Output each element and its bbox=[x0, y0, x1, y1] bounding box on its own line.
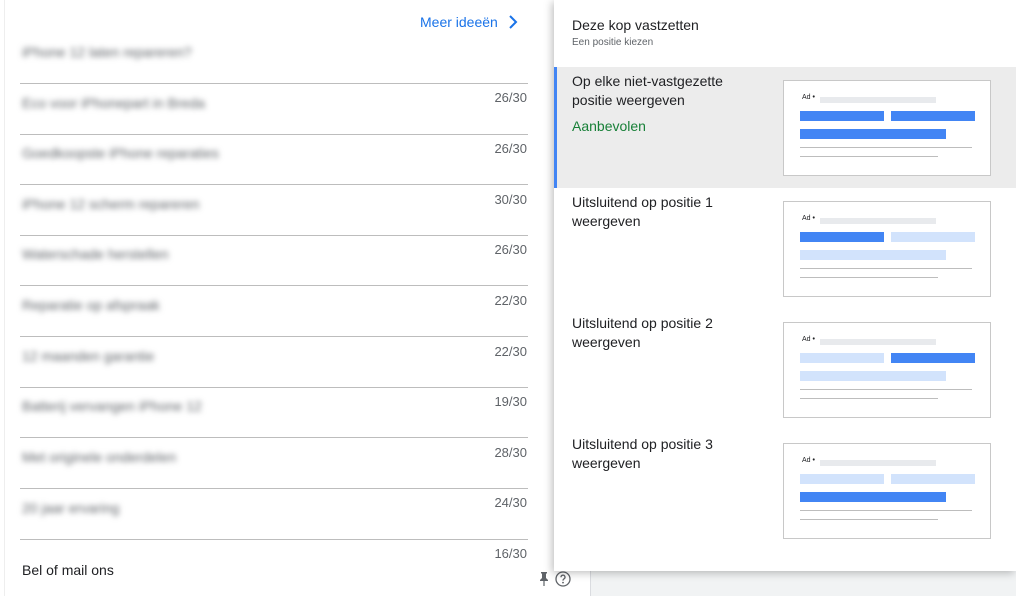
recommended-badge: Aanbevolen bbox=[572, 118, 646, 134]
preview-headline-1 bbox=[800, 232, 884, 242]
preview-url-bar bbox=[820, 339, 936, 345]
preview-description-line bbox=[800, 519, 938, 520]
preview-headline-3 bbox=[800, 129, 946, 139]
headline-row[interactable]: Eco voor iPhonepart in Breda bbox=[20, 84, 528, 135]
option-label: Uitsluitend op positie 2 weergeven bbox=[572, 315, 713, 350]
headline-text: Goedkoopste iPhone reparaties bbox=[22, 145, 219, 161]
panel-title: Deze kop vastzetten bbox=[572, 17, 699, 33]
option-position-1[interactable]: Uitsluitend op positie 1 weergeven Ad • bbox=[554, 188, 1016, 309]
option-label: Uitsluitend op positie 3 weergeven bbox=[572, 436, 713, 471]
preview-headline-1 bbox=[800, 474, 884, 484]
preview-url-bar bbox=[820, 97, 936, 103]
preview-description-line bbox=[800, 398, 938, 399]
more-ideas-label: Meer ideeën bbox=[420, 14, 498, 30]
preview-headline-3 bbox=[800, 250, 946, 260]
headline-text: iPhone 12 scherm repareren bbox=[22, 196, 200, 212]
preview-headline-2 bbox=[891, 111, 975, 121]
panel-subtitle: Een positie kiezen bbox=[572, 37, 654, 48]
headline-text: Batterij vervangen iPhone 12 bbox=[22, 398, 202, 414]
option-label: Op elke niet-vastgezette positie weergev… bbox=[572, 73, 723, 108]
more-ideas-link[interactable]: Meer ideeën bbox=[420, 14, 520, 30]
preview-description-line bbox=[800, 277, 938, 278]
ad-preview-thumbnail: Ad • bbox=[783, 443, 991, 539]
preview-headline-1 bbox=[800, 111, 884, 121]
preview-headline-2 bbox=[891, 232, 975, 242]
headline-row[interactable]: iPhone 12 laten repareren? bbox=[20, 33, 528, 84]
preview-description-line bbox=[800, 510, 972, 511]
chevron-right-icon bbox=[509, 15, 518, 29]
headline-row[interactable]: 12 maanden garantie bbox=[20, 337, 528, 388]
character-count: 16/30 bbox=[494, 546, 527, 561]
preview-headline-1 bbox=[800, 353, 884, 363]
preview-url-bar bbox=[820, 218, 936, 224]
help-circle-icon[interactable] bbox=[555, 571, 571, 587]
preview-description-line bbox=[800, 389, 972, 390]
headline-text: Eco voor iPhonepart in Breda bbox=[22, 95, 205, 111]
preview-description-line bbox=[800, 156, 938, 157]
background-strip bbox=[590, 571, 1016, 596]
headline-row[interactable]: Batterij vervangen iPhone 12 bbox=[20, 387, 528, 438]
preview-headline-2 bbox=[891, 353, 975, 363]
left-border bbox=[4, 0, 5, 596]
headline-text: Waterschade herstellen bbox=[22, 246, 169, 262]
headline-text: Met originele onderdelen bbox=[22, 449, 177, 465]
preview-headline-3 bbox=[800, 492, 946, 502]
headline-row[interactable]: Waterschade herstellen bbox=[20, 235, 528, 286]
option-label: Uitsluitend op positie 1 weergeven bbox=[572, 194, 713, 229]
headline-row[interactable]: Goedkoopste iPhone reparaties bbox=[20, 134, 528, 185]
headline-text: iPhone 12 laten repareren? bbox=[22, 44, 192, 60]
ad-label: Ad • bbox=[802, 215, 815, 222]
headline-row[interactable]: 20 jaar ervaring bbox=[20, 489, 528, 540]
headline-list: Meer ideeën iPhone 12 laten repareren? 2… bbox=[0, 0, 591, 596]
headline-row[interactable]: Reparatie op afspraak bbox=[20, 286, 528, 337]
ad-label: Ad • bbox=[802, 457, 815, 464]
ad-preview-thumbnail: Ad • bbox=[783, 80, 991, 176]
option-any-position[interactable]: Op elke niet-vastgezette positie weergev… bbox=[554, 67, 1016, 188]
ad-label: Ad • bbox=[802, 336, 815, 343]
option-position-2[interactable]: Uitsluitend op positie 2 weergeven Ad • bbox=[554, 309, 1016, 430]
preview-description-line bbox=[800, 147, 972, 148]
pin-headline-panel: Deze kop vastzetten Een positie kiezen O… bbox=[554, 0, 1016, 571]
headline-text: 20 jaar ervaring bbox=[22, 500, 120, 516]
ad-preview-thumbnail: Ad • bbox=[783, 322, 991, 418]
headline-input-current[interactable]: Bel of mail ons bbox=[22, 562, 114, 578]
row-divider bbox=[20, 539, 528, 540]
preview-description-line bbox=[800, 268, 972, 269]
headline-row[interactable]: Met originele onderdelen bbox=[20, 438, 528, 489]
option-position-3[interactable]: Uitsluitend op positie 3 weergeven Ad • bbox=[554, 430, 1016, 551]
preview-url-bar bbox=[820, 460, 936, 466]
preview-headline-2 bbox=[891, 474, 975, 484]
headline-row[interactable]: iPhone 12 scherm repareren bbox=[20, 185, 528, 236]
preview-headline-3 bbox=[800, 371, 946, 381]
headline-text: Reparatie op afspraak bbox=[22, 297, 160, 313]
headline-text: 12 maanden garantie bbox=[22, 348, 155, 364]
pin-icon[interactable] bbox=[538, 572, 550, 586]
ad-preview-thumbnail: Ad • bbox=[783, 201, 991, 297]
ad-label: Ad • bbox=[802, 94, 815, 101]
